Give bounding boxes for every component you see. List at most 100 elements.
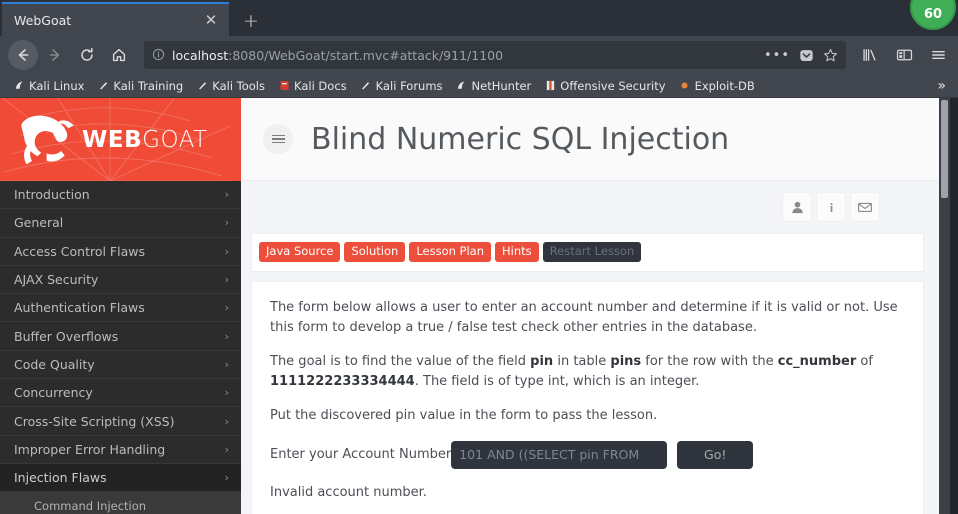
kali-tool-icon bbox=[97, 80, 109, 92]
lesson-body: The form below allows a user to enter an… bbox=[251, 281, 924, 514]
brand-bold: WEB bbox=[82, 126, 143, 153]
chevron-right-icon: › bbox=[224, 273, 229, 287]
chevron-right-icon: › bbox=[224, 442, 229, 456]
bookmarks-overflow-icon[interactable]: » bbox=[937, 78, 950, 94]
navigation-toolbar: localhost:8080/WebGoat/start.mvc#attack/… bbox=[0, 36, 958, 74]
bookmark-label: NetHunter bbox=[471, 78, 532, 93]
sidebar-item-introduction[interactable]: Introduction › bbox=[0, 181, 241, 210]
scrollbar-thumb[interactable] bbox=[941, 100, 948, 198]
webgoat-brand[interactable]: WEBGOAT bbox=[0, 98, 241, 181]
forward-arrow-icon[interactable] bbox=[40, 40, 70, 70]
bookmark-label: Kali Forums bbox=[375, 78, 443, 93]
user-icon[interactable] bbox=[782, 192, 812, 222]
sidebar-item-label: AJAX Security bbox=[14, 272, 99, 288]
library-icon[interactable] bbox=[858, 40, 882, 70]
browser-window: WebGoat ✕ + 60 localhost:8080/WebGoat/st… bbox=[0, 0, 958, 514]
page-title: Blind Numeric SQL Injection bbox=[311, 121, 730, 157]
sidebar-item-access-control-flaws[interactable]: Access Control Flaws › bbox=[0, 238, 241, 266]
url-path: :8080/WebGoat/start.mvc#attack/911/1100 bbox=[228, 47, 504, 63]
lesson-plan-button[interactable]: Lesson Plan bbox=[409, 242, 492, 263]
solution-button[interactable]: Solution bbox=[344, 242, 406, 263]
mail-icon[interactable] bbox=[850, 192, 880, 222]
pocket-icon[interactable] bbox=[799, 48, 814, 63]
address-bar[interactable]: localhost:8080/WebGoat/start.mvc#attack/… bbox=[144, 41, 846, 69]
sidebar-item-code-quality[interactable]: Code Quality › bbox=[0, 351, 241, 380]
hints-button[interactable]: Hints bbox=[495, 242, 539, 263]
bookmark-label: Exploit-DB bbox=[694, 78, 755, 93]
menu-toggle-icon[interactable] bbox=[263, 124, 293, 154]
sidebar-icon[interactable] bbox=[892, 40, 916, 70]
bookmark-kali-training[interactable]: Kali Training bbox=[92, 78, 188, 94]
url-host: localhost bbox=[172, 47, 229, 63]
bookmarks-bar: Kali Linux Kali Training Kali Tools Kali… bbox=[0, 74, 958, 98]
exploitdb-icon bbox=[679, 80, 691, 92]
sidebar-item-cross-site-scripting[interactable]: Cross-Site Scripting (XSS) › bbox=[0, 407, 241, 436]
lesson-buttons-panel: Java Source Solution Lesson Plan Hints R… bbox=[251, 233, 924, 273]
sidebar-item-command-injection[interactable]: Command Injection bbox=[0, 492, 241, 514]
restart-lesson-button[interactable]: Restart Lesson bbox=[542, 242, 642, 263]
sidebar-item-authentication-flaws[interactable]: Authentication Flaws › bbox=[0, 294, 241, 323]
cc-number-value: 1111222233334444 bbox=[270, 373, 415, 389]
sidebar-item-label: Concurrency bbox=[14, 385, 93, 401]
url-text[interactable]: localhost:8080/WebGoat/start.mvc#attack/… bbox=[172, 48, 757, 63]
lesson-header: Blind Numeric SQL Injection bbox=[241, 98, 958, 181]
new-tab-button[interactable]: + bbox=[233, 6, 269, 36]
brand-text: WEBGOAT bbox=[82, 127, 208, 153]
sidebar-item-improper-error-handling[interactable]: Improper Error Handling › bbox=[0, 436, 241, 464]
sidebar-item-label: Authentication Flaws bbox=[14, 300, 145, 316]
sidebar-item-injection-flaws[interactable]: Injection Flaws › bbox=[0, 463, 241, 493]
vertical-scrollbar[interactable] bbox=[939, 98, 950, 514]
chevron-right-icon: › bbox=[224, 357, 229, 371]
kali-docs-icon bbox=[278, 80, 290, 92]
brand-light: GOAT bbox=[142, 126, 208, 153]
chevron-right-icon: › bbox=[224, 301, 229, 315]
java-source-button[interactable]: Java Source bbox=[259, 242, 341, 263]
lesson-action-icons bbox=[241, 181, 958, 233]
info-icon[interactable] bbox=[816, 192, 846, 222]
p2-i: . The field is of type int, which is an … bbox=[414, 373, 700, 389]
bookmark-nethunter[interactable]: NetHunter bbox=[451, 78, 537, 94]
lesson-result-message: Invalid account number. bbox=[270, 484, 427, 500]
p2-g: of bbox=[856, 354, 873, 370]
sidebar-item-label: Cross-Site Scripting (XSS) bbox=[14, 413, 175, 429]
bookmark-kali-linux[interactable]: Kali Linux bbox=[8, 78, 89, 94]
sidebar-item-label: Buffer Overflows bbox=[14, 328, 119, 344]
sidebar-item-ajax-security[interactable]: AJAX Security › bbox=[0, 266, 241, 295]
bookmark-label: Kali Docs bbox=[294, 78, 347, 93]
chevron-right-icon: › bbox=[224, 188, 229, 202]
sidebar-item-general[interactable]: General › bbox=[0, 209, 241, 238]
sidebar-item-label: Introduction bbox=[14, 187, 90, 203]
bookmark-kali-forums[interactable]: Kali Forums bbox=[355, 78, 448, 94]
bookmark-offensive-security[interactable]: Offensive Security bbox=[539, 78, 670, 94]
bookmark-label: Kali Linux bbox=[29, 78, 85, 93]
chevron-right-icon: › bbox=[224, 414, 229, 428]
account-form: Enter your Account Number Go! bbox=[270, 440, 905, 469]
kali-dragon-icon bbox=[456, 80, 468, 92]
sidebar-item-concurrency[interactable]: Concurrency › bbox=[0, 379, 241, 408]
tab-webgoat[interactable]: WebGoat ✕ bbox=[2, 2, 229, 36]
home-icon[interactable] bbox=[104, 40, 134, 70]
reload-icon[interactable] bbox=[72, 40, 102, 70]
hamburger-menu-icon[interactable] bbox=[926, 40, 950, 70]
page-actions-icon[interactable]: ••• bbox=[764, 48, 790, 63]
lesson-buttons-bar: Java Source Solution Lesson Plan Hints R… bbox=[252, 234, 923, 271]
bookmark-kali-docs[interactable]: Kali Docs bbox=[273, 78, 352, 94]
scrollbar-gutter bbox=[950, 98, 958, 514]
sidebar-subitem-label: Command Injection bbox=[34, 499, 147, 514]
sidebar-item-buffer-overflows[interactable]: Buffer Overflows › bbox=[0, 322, 241, 351]
p2-e: for the row with the bbox=[641, 354, 778, 370]
p2-a: The goal is to find the value of the fie… bbox=[270, 354, 531, 370]
go-button[interactable]: Go! bbox=[677, 440, 754, 469]
sidebar-item-label: Improper Error Handling bbox=[14, 441, 166, 457]
sidebar-item-label: Injection Flaws bbox=[14, 470, 107, 486]
bookmark-exploit-db[interactable]: Exploit-DB bbox=[674, 78, 760, 94]
kali-tool-icon bbox=[196, 80, 208, 92]
account-number-input[interactable] bbox=[451, 440, 668, 469]
back-arrow-icon[interactable] bbox=[8, 40, 38, 70]
kali-tool-icon bbox=[360, 80, 372, 92]
close-icon[interactable]: ✕ bbox=[201, 10, 221, 30]
page-info-icon[interactable] bbox=[152, 46, 165, 65]
page-viewport: WEBGOAT Introduction › General › Access Co… bbox=[0, 98, 958, 514]
bookmark-star-icon[interactable] bbox=[823, 48, 838, 63]
bookmark-kali-tools[interactable]: Kali Tools bbox=[191, 78, 270, 94]
